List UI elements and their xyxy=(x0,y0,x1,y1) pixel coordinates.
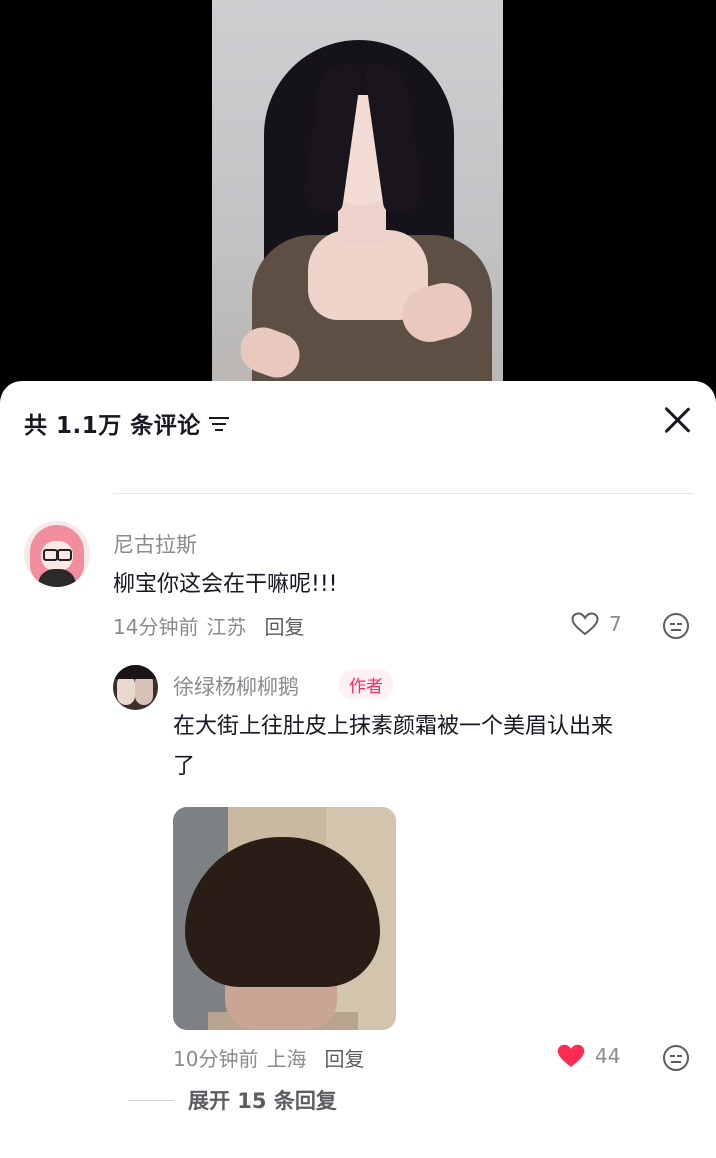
comment-time: 14分钟前 xyxy=(113,615,199,639)
like-count: 44 xyxy=(595,1044,621,1068)
reply-button[interactable]: 回复 xyxy=(324,1043,364,1072)
reply-meta: 10分钟前 上海 回复 xyxy=(173,1043,364,1072)
video-frame[interactable] xyxy=(212,0,503,400)
comment-count: 共 1.1万 条评论 xyxy=(24,413,201,439)
reply-time: 10分钟前 xyxy=(173,1047,259,1071)
reply-image[interactable] xyxy=(173,807,396,1030)
reply-username[interactable]: 徐绿杨柳柳鹅 xyxy=(173,671,299,701)
reply-text-line2: 了 xyxy=(173,754,196,779)
dislike-icon[interactable] xyxy=(663,1045,689,1071)
comment-username[interactable]: 尼古拉斯 xyxy=(113,529,197,559)
reply-text-line1: 在大街上往肚皮上抹素颜霜被一个美眉认出来 xyxy=(173,714,614,739)
avatar[interactable] xyxy=(113,665,158,710)
like-count: 7 xyxy=(609,612,622,636)
comment-meta: 14分钟前 江苏 回复 xyxy=(113,611,304,640)
divider xyxy=(113,493,694,494)
reply-location: 上海 xyxy=(266,1047,307,1071)
comment-location: 江苏 xyxy=(206,615,247,639)
heart-outline-icon xyxy=(571,612,599,636)
expand-line xyxy=(128,1099,174,1101)
comment-sheet: 共 1.1万 条评论 尼古拉斯 柳宝你这会在干嘛呢!!! 14分钟前 江苏 回复… xyxy=(0,381,716,1158)
reply-button[interactable]: 回复 xyxy=(264,611,304,640)
author-badge: 作者 xyxy=(339,670,393,699)
close-icon[interactable] xyxy=(662,405,692,435)
avatar[interactable] xyxy=(24,521,90,587)
expand-replies-label: 展开 15 条回复 xyxy=(188,1089,337,1113)
heart-filled-icon xyxy=(557,1044,585,1067)
dislike-icon[interactable] xyxy=(663,613,689,639)
like-button[interactable]: 44 xyxy=(557,1044,620,1068)
sort-icon[interactable] xyxy=(208,414,229,432)
like-button[interactable]: 7 xyxy=(571,612,622,636)
comment-header: 共 1.1万 条评论 xyxy=(24,405,229,441)
video-player[interactable] xyxy=(0,0,716,400)
comment-text: 柳宝你这会在干嘛呢!!! xyxy=(113,572,338,597)
expand-replies[interactable]: 展开 15 条回复 xyxy=(128,1085,337,1115)
